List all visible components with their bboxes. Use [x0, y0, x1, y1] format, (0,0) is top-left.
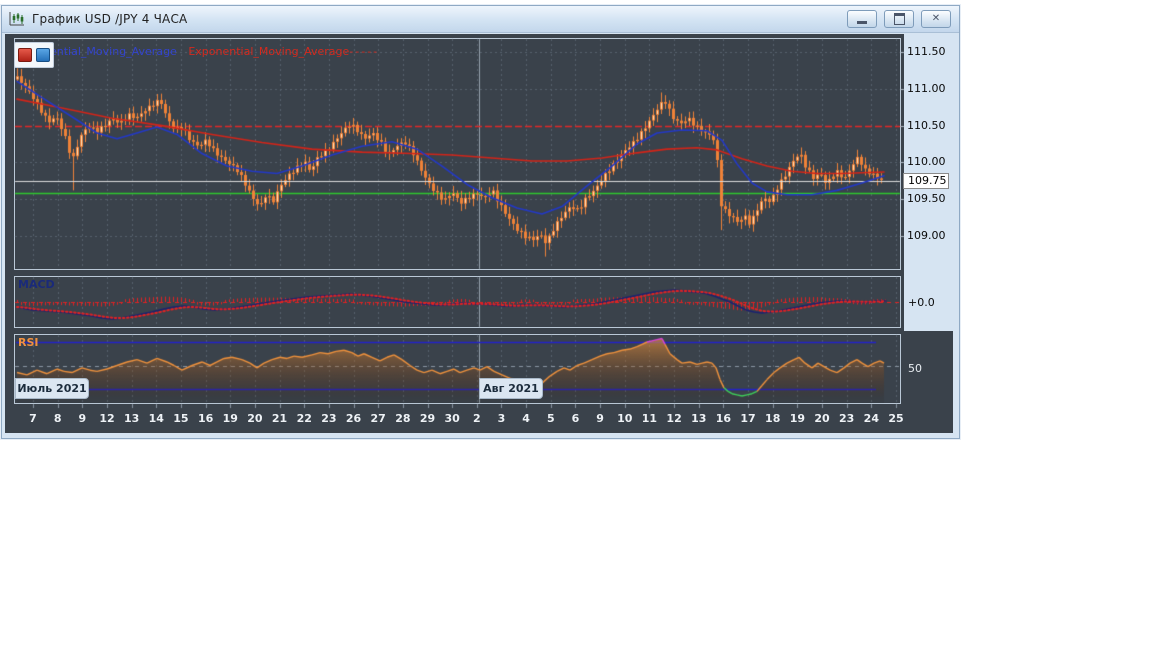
time-tick-label: 30: [444, 412, 460, 425]
blue-indicator-button[interactable]: [36, 48, 50, 62]
time-tick-label: 26: [345, 412, 362, 425]
time-tick-label: 4: [522, 412, 530, 425]
current-price-box: 109.75: [903, 172, 949, 189]
price-tick-label: 111.50: [907, 45, 946, 58]
time-tick-label: 5: [546, 412, 555, 425]
time-tick-label: 2: [472, 412, 481, 425]
time-tick-label: 14: [148, 412, 164, 425]
month-tab-august: Авг 2021: [479, 378, 543, 399]
time-tick-label: 29: [419, 412, 436, 425]
time-tick-label: 20: [247, 412, 263, 425]
ema-legend-blue: ential_Moving_Average: [50, 45, 177, 58]
time-tick-label: 8: [53, 412, 62, 425]
time-tick-label: 6: [571, 412, 580, 425]
ema-legend-red: Exponential_Moving_Average: [188, 45, 350, 58]
time-tick-label: 3: [497, 412, 506, 425]
time-tick-label: 19: [222, 412, 238, 425]
time-tick-label: 13: [691, 412, 707, 425]
time-tick-label: 10: [617, 412, 633, 425]
chart-canvas[interactable]: [2, 6, 959, 438]
time-tick-label: 28: [395, 412, 411, 425]
macd-zero-label: +0.0: [908, 296, 935, 309]
red-indicator-button[interactable]: [18, 48, 32, 62]
price-tick-label: 110.50: [907, 118, 946, 132]
month-tab-july: Июль 2021: [15, 378, 89, 399]
time-tick-label: 13: [123, 412, 140, 425]
time-tick-label: 23: [839, 412, 855, 425]
price-tick-label: 109.50: [907, 192, 946, 206]
time-tick-label: 18: [765, 412, 781, 425]
time-tick-label: 20: [814, 412, 830, 425]
time-tick-label: 15: [173, 412, 189, 425]
price-tick-label: 111.00: [907, 81, 946, 95]
time-tick-label: 16: [197, 412, 214, 425]
ema-legend-dashes: -----: [349, 45, 380, 58]
price-tick-label: 109.00: [907, 229, 946, 242]
time-tick-label: 9: [596, 412, 604, 425]
time-tick-label: 9: [78, 412, 87, 425]
time-tick-label: 12: [99, 412, 115, 425]
time-tick-label: 23: [321, 412, 337, 425]
time-tick-label: 21: [271, 412, 288, 425]
time-tick-label: 11: [641, 412, 658, 425]
time-tick-label: 7: [29, 412, 37, 425]
chart-window: График USD /JPY 4 ЧАСА ✕ ential_Moving_A…: [1, 5, 960, 439]
rsi-mid-label: 50: [908, 362, 922, 375]
time-tick-label: 19: [789, 412, 806, 425]
price-tick-label: 110.00: [907, 155, 946, 169]
time-tick-label: 17: [740, 412, 756, 425]
time-tick-label: 25: [888, 412, 904, 425]
time-tick-label: 27: [370, 412, 386, 425]
rsi-label: RSI: [18, 336, 39, 349]
time-tick-label: 24: [863, 412, 879, 425]
time-tick-label: 22: [296, 412, 312, 425]
macd-label: MACD: [18, 278, 55, 291]
ma-legend: ential_Moving_Average Exponential_Moving…: [50, 45, 379, 58]
time-tick-label: 12: [666, 412, 682, 425]
time-tick-label: 16: [715, 412, 732, 425]
indicator-color-buttons: [14, 42, 54, 68]
